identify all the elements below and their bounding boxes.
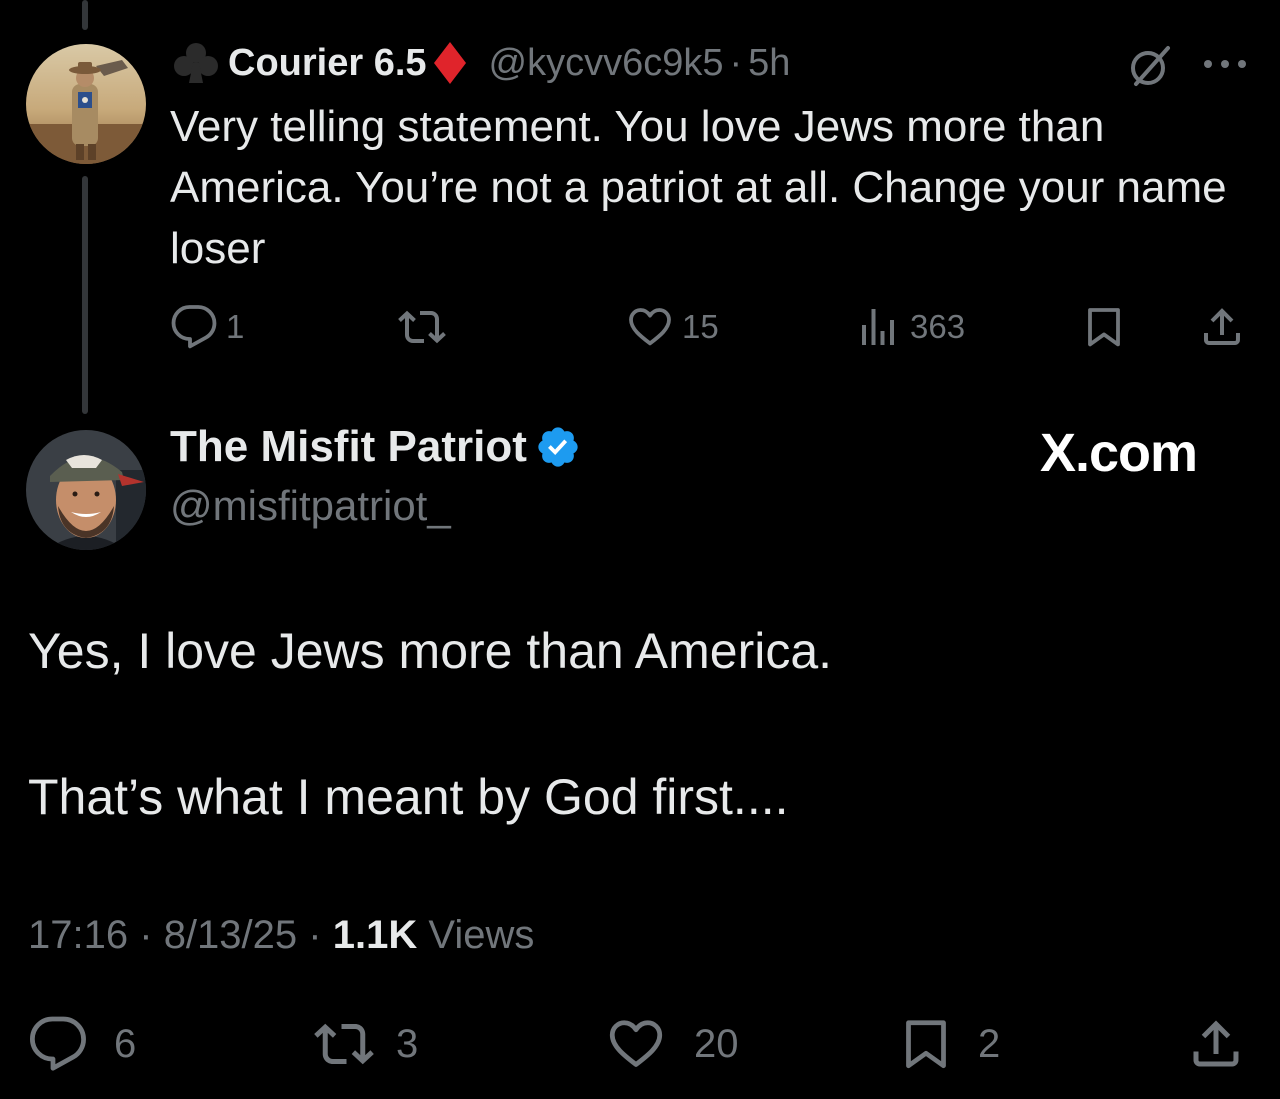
- reply-icon: [30, 1016, 86, 1071]
- reply-author-name[interactable]: Courier 6.5: [228, 42, 427, 85]
- retweet-icon: [314, 1023, 374, 1065]
- reply-author-handle[interactable]: @kycvv6c9k5: [489, 42, 724, 85]
- main-retweet-count: 3: [396, 1021, 419, 1066]
- tweet-views-count: 1.1K: [332, 913, 418, 957]
- share-icon: [1193, 1020, 1239, 1067]
- main-reply-button[interactable]: 6: [28, 1014, 136, 1074]
- main-bookmark-button[interactable]: 2: [896, 1014, 1000, 1074]
- tweet-date[interactable]: 8/13/25: [164, 913, 297, 957]
- share-icon: [1204, 308, 1240, 345]
- main-like-button[interactable]: 20: [606, 1014, 739, 1074]
- like-icon: [629, 308, 671, 346]
- share-button[interactable]: [1198, 303, 1246, 351]
- main-reply-count: 6: [114, 1021, 137, 1066]
- main-tweet-paragraph-1: Yes, I love Jews more than America.: [28, 623, 833, 679]
- main-like-count: 20: [694, 1021, 739, 1066]
- main-bookmark-count: 2: [978, 1021, 1001, 1066]
- views-icon: [862, 309, 894, 345]
- reply-author-avatar[interactable]: [26, 44, 146, 164]
- more-icon[interactable]: [1200, 52, 1250, 76]
- tweet-views-label: Views: [428, 913, 535, 957]
- reply-count: 1: [226, 308, 245, 345]
- main-tweet-paragraph-2: That’s what I meant by God first....: [28, 769, 789, 825]
- like-button[interactable]: 15: [626, 303, 719, 351]
- reply-icon: [171, 305, 217, 349]
- x-watermark: X.com: [1040, 423, 1198, 483]
- separator-dot: ·: [139, 913, 153, 957]
- main-author-handle[interactable]: @misfitpatriot_: [170, 482, 451, 530]
- main-author-avatar[interactable]: [26, 430, 146, 550]
- diamond-icon: [433, 42, 466, 84]
- main-author-name-row: The Misfit Patriot: [170, 422, 581, 472]
- main-share-button[interactable]: [1186, 1014, 1246, 1074]
- like-count: 15: [682, 308, 719, 345]
- views-count: 363: [910, 308, 966, 345]
- views-button[interactable]: 363: [854, 303, 965, 351]
- reply-tweet-text: Very telling statement. You love Jews mo…: [170, 102, 1239, 273]
- tweet-meta: 17:16 · 8/13/25 · 1.1K Views: [28, 913, 534, 958]
- verified-badge-icon[interactable]: [535, 424, 581, 470]
- thread-line-top: [82, 0, 88, 30]
- tweet-time[interactable]: 17:16: [28, 913, 128, 957]
- bookmark-icon: [906, 1020, 946, 1069]
- main-retweet-button[interactable]: 3: [314, 1014, 418, 1074]
- reply-button[interactable]: 1: [170, 303, 244, 351]
- main-author-name[interactable]: The Misfit Patriot: [170, 422, 527, 472]
- separator-dot: ·: [308, 913, 322, 957]
- club-icon: [174, 43, 218, 83]
- reply-header: Courier 6.5 @kycvv6c9k5 · 5h: [170, 38, 790, 88]
- retweet-icon: [398, 310, 446, 344]
- like-icon: [609, 1020, 663, 1067]
- reply-timestamp[interactable]: 5h: [748, 42, 790, 85]
- separator-dot: ·: [729, 41, 743, 84]
- retweet-button[interactable]: [398, 303, 446, 351]
- thread-line: [82, 176, 88, 414]
- bookmark-button[interactable]: [1080, 303, 1128, 351]
- grok-icon[interactable]: [1126, 42, 1174, 90]
- bookmark-icon: [1088, 308, 1120, 347]
